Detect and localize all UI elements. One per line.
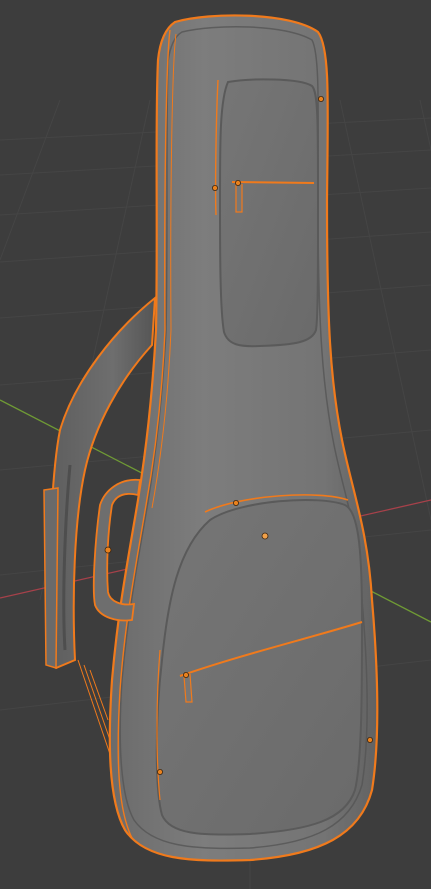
upper-zipper-pull: [235, 184, 243, 213]
upper-pocket[interactable]: [214, 78, 319, 348]
strap-lower-webbing: [77, 659, 113, 761]
strap-buckle-loop: [43, 487, 59, 670]
active-object-origin: [261, 532, 269, 540]
3d-viewport[interactable]: [0, 0, 431, 889]
lower-zipper-pull: [183, 673, 193, 703]
upper-pocket-zipper: [231, 181, 315, 184]
